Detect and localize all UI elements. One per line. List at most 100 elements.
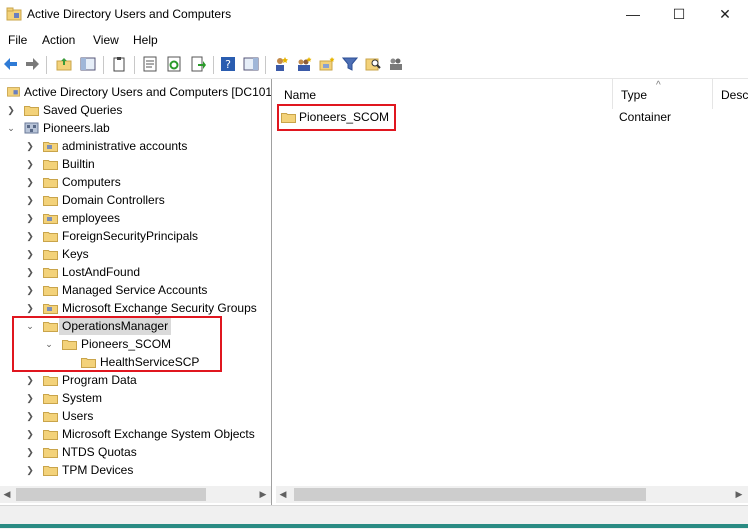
tree-label: Pioneers.lab (43, 121, 110, 135)
chevron-right-icon[interactable]: ❯ (25, 191, 35, 209)
chevron-right-icon[interactable]: ❯ (25, 281, 35, 299)
chevron-right-icon[interactable]: ❯ (25, 245, 35, 263)
chevron-right-icon[interactable]: ❯ (6, 101, 16, 119)
up-folder-icon[interactable] (56, 56, 72, 72)
find-objects-icon[interactable] (365, 56, 381, 72)
maximize-button[interactable]: ☐ (656, 0, 702, 30)
list-horizontal-scrollbar[interactable]: ◀ ▶ (276, 486, 748, 503)
properties-icon[interactable] (142, 56, 158, 72)
chevron-right-icon[interactable]: ❯ (25, 371, 35, 389)
ad-users-app-icon (6, 7, 22, 21)
chevron-right-icon[interactable]: ❯ (25, 137, 35, 155)
add-to-group-icon[interactable] (388, 56, 404, 72)
ou-folder-icon (43, 304, 58, 314)
new-user-icon[interactable] (273, 56, 289, 72)
tree-label: Users (62, 409, 94, 423)
chevron-right-icon[interactable]: ❯ (25, 173, 35, 191)
toolbar-separator (265, 56, 266, 74)
close-button[interactable]: ✕ (702, 0, 748, 30)
toolbar-separator (213, 56, 214, 74)
toolbar-separator (46, 56, 47, 74)
tree-label: Keys (62, 247, 89, 261)
folder-icon (43, 430, 58, 440)
folder-icon (43, 250, 58, 260)
forward-arrow-icon[interactable] (24, 56, 40, 72)
chevron-down-icon[interactable]: ⌄ (6, 119, 16, 137)
highlight-box-list (277, 104, 396, 131)
folder-icon (43, 448, 58, 458)
filter-icon[interactable] (342, 56, 358, 72)
tree-root[interactable]: Active Directory Users and Computers [DC… (0, 83, 271, 101)
help-icon[interactable]: ? (220, 56, 236, 72)
console-tree[interactable]: Active Directory Users and Computers [DC… (0, 79, 272, 505)
column-header-type[interactable]: Type (613, 79, 713, 109)
taskbar-accent (0, 524, 748, 528)
scroll-right-arrow-icon[interactable]: ▶ (732, 486, 746, 503)
export-list-icon[interactable] (190, 56, 206, 72)
show-console-tree-icon[interactable] (80, 56, 96, 72)
toolbar-separator (103, 56, 104, 74)
show-hide-action-pane-icon[interactable] (243, 56, 259, 72)
ad-users-app-icon (7, 87, 20, 97)
tree-label: Saved Queries (43, 103, 123, 117)
ou-folder-icon (43, 142, 58, 152)
tree-label: NTDS Quotas (62, 445, 137, 459)
chevron-right-icon[interactable]: ❯ (25, 461, 35, 479)
ou-folder-icon (43, 214, 58, 224)
folder-icon (43, 376, 58, 386)
tree-label: employees (62, 211, 121, 225)
tree-label: Program Data (62, 373, 137, 387)
tree-label: TPM Devices (62, 463, 134, 477)
chevron-right-icon[interactable]: ❯ (25, 389, 35, 407)
scrollbar-thumb[interactable] (16, 488, 206, 501)
column-header-description[interactable]: Descr (713, 79, 748, 109)
details-list[interactable]: Name Type Descr Pioneers_SCOM Container (276, 79, 748, 505)
folder-icon (43, 466, 58, 476)
chevron-right-icon[interactable]: ❯ (25, 443, 35, 461)
new-group-icon[interactable] (296, 56, 312, 72)
svg-text:?: ? (225, 58, 231, 71)
tree-label: Microsoft Exchange System Objects (62, 427, 255, 441)
chevron-right-icon[interactable]: ❯ (25, 155, 35, 173)
chevron-right-icon[interactable]: ❯ (25, 227, 35, 245)
tree-label: LostAndFound (62, 265, 141, 279)
minimize-button[interactable]: — (610, 0, 656, 30)
refresh-icon[interactable] (166, 56, 182, 72)
tree-label: Builtin (62, 157, 95, 171)
scrollbar-thumb[interactable] (294, 488, 646, 501)
tree-label: Managed Service Accounts (62, 283, 208, 297)
tree-label: administrative accounts (62, 139, 188, 153)
folder-icon (43, 412, 58, 422)
title-bar: Active Directory Users and Computers — ☐… (0, 0, 748, 30)
tree-root-label: Active Directory Users and Computers [DC… (24, 85, 272, 99)
list-item-type: Container (619, 110, 672, 124)
folder-icon (43, 394, 58, 404)
tree-horizontal-scrollbar[interactable]: ◀ ▶ (0, 486, 271, 503)
chevron-right-icon[interactable]: ❯ (25, 263, 35, 281)
back-arrow-icon[interactable] (3, 56, 19, 72)
clipboard-icon[interactable] (111, 56, 127, 72)
folder-icon (43, 178, 58, 188)
toolbar-separator (134, 56, 135, 74)
menu-help[interactable]: Help (133, 33, 158, 47)
folder-icon (43, 196, 58, 206)
chevron-right-icon[interactable]: ❯ (25, 209, 35, 227)
highlight-box-tree (12, 316, 222, 372)
scroll-left-arrow-icon[interactable]: ◀ (276, 486, 290, 503)
folder-icon (43, 268, 58, 278)
scroll-left-arrow-icon[interactable]: ◀ (0, 486, 14, 503)
chevron-right-icon[interactable]: ❯ (25, 407, 35, 425)
new-ou-icon[interactable] (319, 56, 335, 72)
tree-label: Computers (62, 175, 121, 189)
folder-icon (43, 286, 58, 296)
tree-label: ForeignSecurityPrincipals (62, 229, 199, 243)
menu-action[interactable]: Action (42, 33, 75, 47)
menu-file[interactable]: File (8, 33, 27, 47)
chevron-right-icon[interactable]: ❯ (25, 425, 35, 443)
folder-icon (43, 232, 58, 242)
menu-bar: File Action View Help (0, 30, 748, 50)
chevron-right-icon[interactable]: ❯ (25, 299, 35, 317)
menu-view[interactable]: View (93, 33, 119, 47)
folder-icon (24, 106, 39, 116)
scroll-right-arrow-icon[interactable]: ▶ (256, 486, 270, 503)
